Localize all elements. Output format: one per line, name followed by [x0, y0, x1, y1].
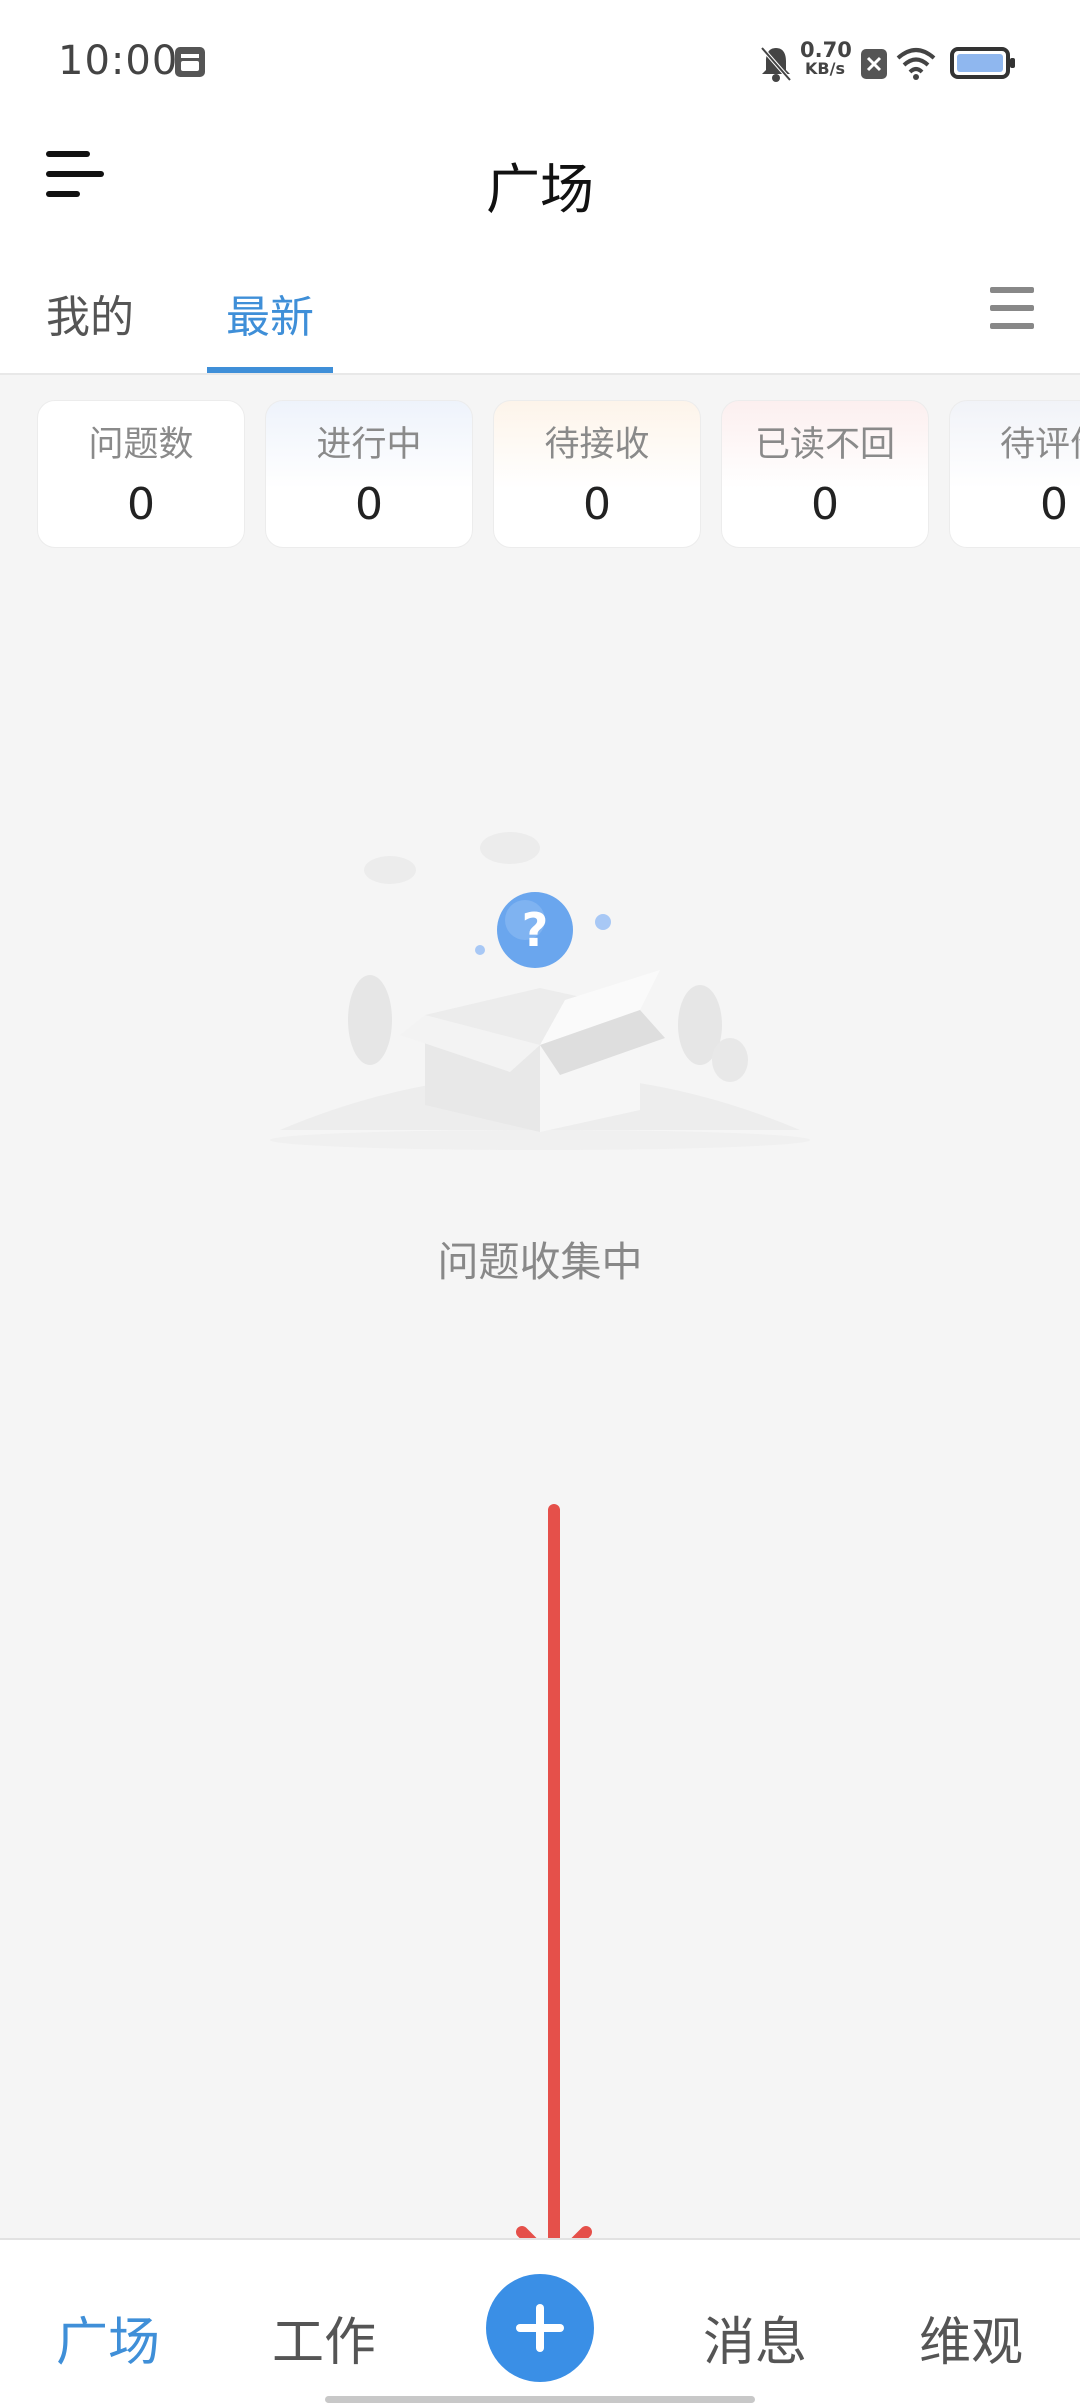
- stat-label: 待接收: [544, 425, 650, 465]
- battery-icon: [950, 47, 1015, 79]
- tabs-bar: 我的 最新: [0, 245, 1080, 375]
- stat-label: 已读不回: [754, 425, 895, 465]
- stat-label: 问题数: [88, 425, 194, 465]
- status-time: 10:00: [58, 38, 179, 84]
- add-button[interactable]: [486, 2274, 594, 2382]
- tab-mine[interactable]: 我的: [46, 281, 134, 345]
- tab-active-indicator: [207, 367, 333, 373]
- mute-bell-icon: [760, 46, 792, 82]
- stat-value: 0: [583, 479, 611, 530]
- stat-value: 0: [1040, 479, 1068, 530]
- page-title: 广场: [486, 158, 594, 221]
- stat-value: 0: [355, 479, 383, 530]
- net-speed: 0.70 KB/s: [800, 38, 852, 78]
- stat-card-pending-review[interactable]: 待评价 0: [949, 400, 1080, 548]
- storage-icon: [175, 47, 205, 77]
- bottom-nav: 广场 工作 消息 维观: [0, 2238, 1080, 2408]
- stat-card-pending-receive[interactable]: 待接收 0: [493, 400, 701, 548]
- status-bar: 10:00 0.70 KB/s: [0, 0, 1080, 125]
- svg-text:?: ?: [522, 903, 549, 957]
- empty-state-text: 问题收集中: [437, 1238, 643, 1286]
- tab-latest[interactable]: 最新: [226, 281, 314, 345]
- stat-card-read-no-reply[interactable]: 已读不回 0: [721, 400, 929, 548]
- nav-item-weiguan[interactable]: 维观: [919, 2300, 1023, 2375]
- stat-value: 0: [127, 479, 155, 530]
- nav-item-work[interactable]: 工作: [272, 2300, 376, 2375]
- stat-label: 进行中: [316, 425, 422, 465]
- stat-label: 待评价: [1000, 425, 1080, 465]
- close-box-icon: [861, 49, 887, 79]
- plus-icon: [516, 2304, 564, 2352]
- list-icon[interactable]: [990, 285, 1034, 331]
- wifi-icon: [896, 48, 936, 80]
- home-indicator: [325, 2396, 755, 2403]
- stat-card-in-progress[interactable]: 进行中 0: [265, 400, 473, 548]
- stat-card-questions[interactable]: 问题数 0: [37, 400, 245, 548]
- nav-item-messages[interactable]: 消息: [703, 2300, 807, 2375]
- empty-box-question-icon: ?: [270, 832, 810, 1150]
- nav-item-plaza[interactable]: 广场: [56, 2300, 160, 2375]
- stat-value: 0: [811, 479, 839, 530]
- title-bar: 广场: [0, 125, 1080, 245]
